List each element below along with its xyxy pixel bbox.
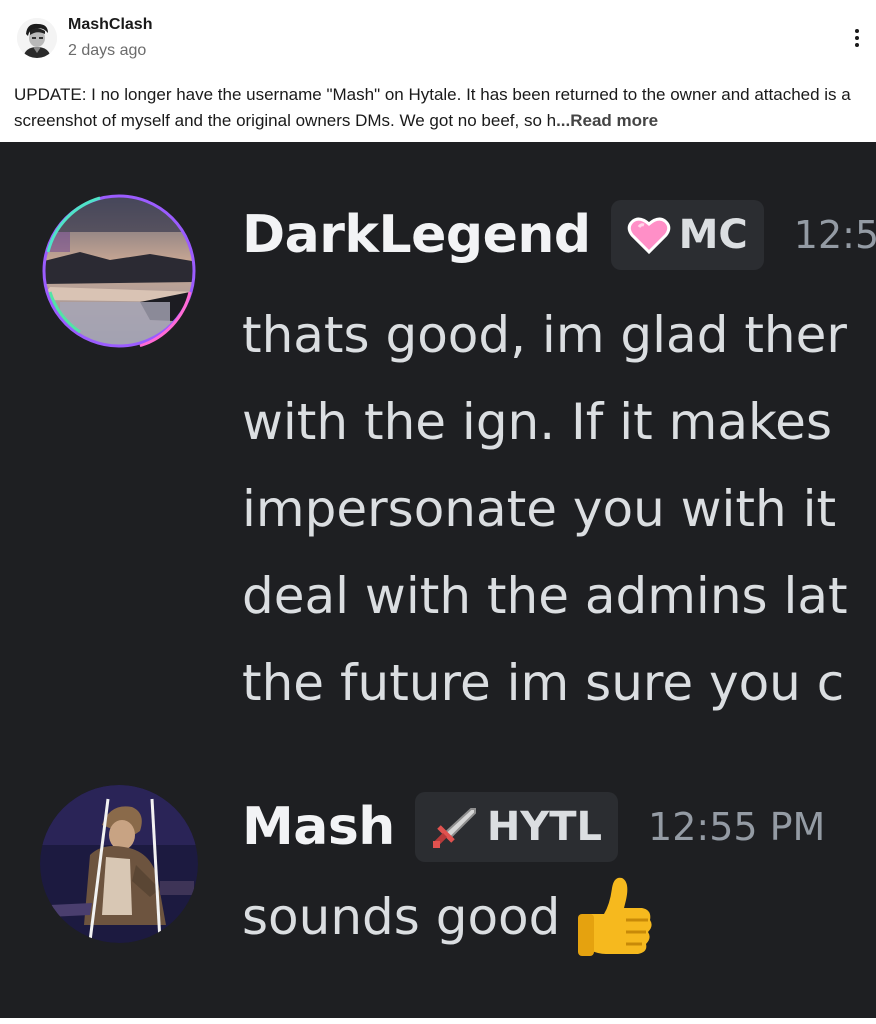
darklegend-avatar-icon [42, 194, 196, 348]
read-more-ellipsis: ... [556, 111, 571, 130]
message-line: sounds good [242, 888, 561, 946]
message-line: the future im sure you c [242, 654, 845, 712]
message-line: deal with the admins lat [242, 567, 848, 625]
mash-avatar [40, 785, 198, 943]
post-timestamp: 2 days ago [68, 42, 147, 59]
post-container: { "post": { "author": "MashClash", "time… [0, 0, 876, 1024]
post-body: UPDATE: I no longer have the username "M… [14, 82, 864, 134]
post-header: MashClash 2 days ago UPDATE: I no longer… [0, 0, 876, 142]
author-avatar[interactable] [17, 18, 57, 58]
message-body: thats good, im glad ther with the ign. I… [242, 292, 848, 727]
more-vertical-icon[interactable] [846, 26, 868, 50]
post-body-text: UPDATE: I no longer have the username "M… [14, 85, 851, 130]
message-timestamp: 12:55 PM [648, 805, 826, 849]
message-username: Mash [242, 797, 395, 857]
server-tag-label: MC [678, 212, 748, 258]
sword-icon [432, 808, 476, 848]
message-line: impersonate you with it [242, 480, 837, 538]
darklegend-avatar [40, 192, 198, 350]
message-body: sounds good [242, 874, 656, 960]
read-more-label: Read more [570, 111, 659, 130]
message-line: thats good, im glad ther [242, 306, 847, 364]
author-avatar-icon [17, 18, 57, 58]
message-username: DarkLegend [242, 205, 591, 265]
server-tag-label: HYTL [486, 804, 603, 850]
server-tag: HYTL [414, 792, 619, 862]
message-header: Mash HYTL 12:55 PM [242, 792, 825, 862]
read-more-link[interactable]: ...Read more [556, 111, 658, 130]
author-name[interactable]: MashClash [68, 16, 152, 34]
message-timestamp: 12:52 [793, 213, 876, 257]
message-header: DarkLegend MC 12:52 [242, 200, 876, 270]
thumbs-up-icon [578, 877, 652, 956]
heart-icon [627, 217, 670, 255]
message-line: with the ign. If it makes [242, 393, 832, 451]
attached-screenshot[interactable]: DarkLegend MC 12:52 thats good, im glad … [0, 142, 876, 1018]
mash-avatar-icon [40, 785, 198, 943]
bottom-divider [0, 1018, 876, 1024]
server-tag: MC [610, 200, 764, 270]
